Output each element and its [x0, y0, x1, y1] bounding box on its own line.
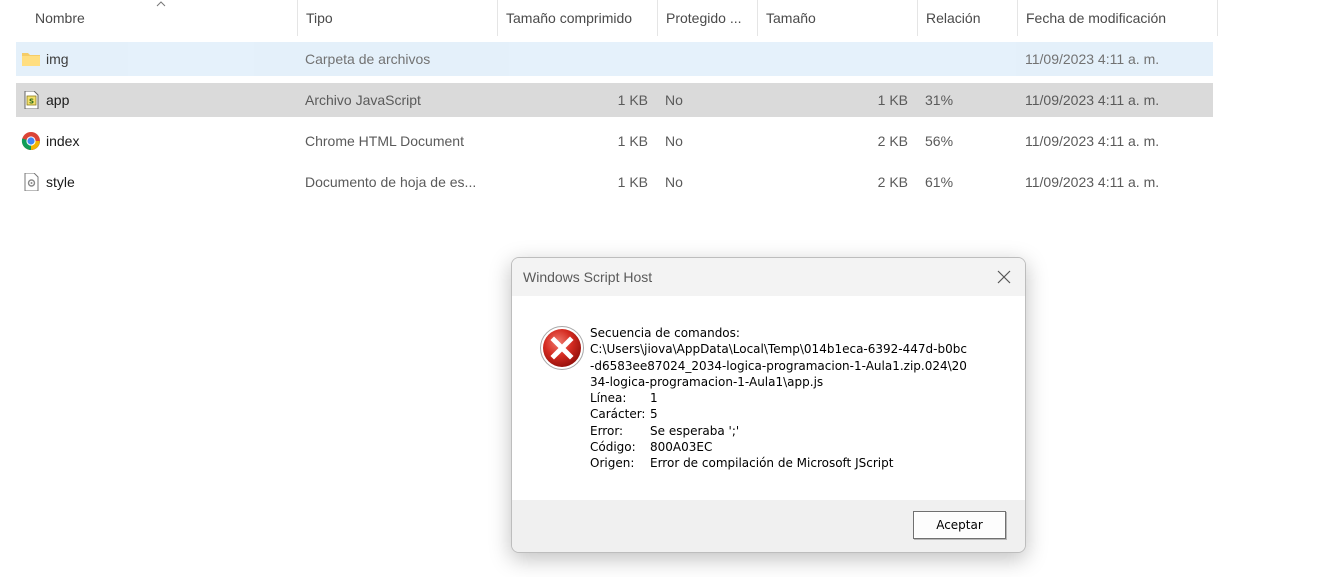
file-type: Carpeta de archivos — [305, 51, 431, 67]
file-row-app[interactable]: S app Archivo JavaScript 1 KB No 1 KB 31… — [16, 83, 1213, 117]
accept-button[interactable]: Aceptar — [913, 511, 1006, 539]
file-compressed-size: 1 KB — [617, 174, 648, 190]
column-modified[interactable]: Fecha de modificación — [1018, 0, 1218, 36]
column-size-label: Tamaño — [766, 10, 816, 26]
dialog-body: Secuencia de comandos: C:\Users\jiova\Ap… — [512, 296, 1025, 500]
field-value: Error de compilación de Microsoft JScrip… — [650, 456, 894, 471]
column-size[interactable]: Tamaño — [758, 0, 918, 36]
javascript-file-icon: S — [24, 91, 39, 109]
error-source-field: Origen: Error de compilación de Microsof… — [590, 455, 1010, 471]
error-char-field: Carácter: 5 — [590, 406, 1010, 422]
file-size: 2 KB — [877, 133, 908, 149]
field-value: 800A03EC — [650, 440, 713, 455]
column-name-label: Nombre — [35, 10, 85, 26]
file-modified: 11/09/2023 4:11 a. m. — [1025, 92, 1160, 108]
file-size: 1 KB — [877, 92, 908, 108]
field-label: Código: — [590, 440, 636, 455]
script-path-line: -d6583ee87024_2034-logica-programacion-1… — [590, 358, 967, 373]
error-line-field: Línea: 1 — [590, 390, 1010, 406]
file-compressed-size: 1 KB — [617, 133, 648, 149]
error-icon — [540, 326, 584, 370]
file-modified: 11/09/2023 4:11 a. m. — [1025, 174, 1160, 190]
column-protected-label: Protegido ... — [666, 10, 742, 26]
file-compressed-size: 1 KB — [617, 92, 648, 108]
file-name: img — [46, 51, 69, 67]
dialog-footer: Aceptar — [512, 500, 1025, 552]
field-value: 5 — [650, 407, 658, 422]
file-modified: 11/09/2023 4:11 a. m. — [1025, 133, 1160, 149]
field-label: Origen: — [590, 456, 635, 471]
script-path-line: C:\Users\jiova\AppData\Local\Temp\014b1e… — [590, 342, 967, 357]
file-size: 2 KB — [877, 174, 908, 190]
field-label: Error: — [590, 423, 624, 438]
close-icon[interactable] — [991, 264, 1017, 290]
file-type: Documento de hoja de es... — [305, 174, 477, 190]
column-ratio[interactable]: Relación — [918, 0, 1018, 36]
field-label: Línea: — [590, 391, 627, 406]
file-name: style — [46, 174, 75, 190]
file-ratio: 31% — [925, 92, 954, 108]
css-file-icon — [24, 173, 39, 191]
column-protected[interactable]: Protegido ... — [658, 0, 758, 36]
file-ratio: 56% — [925, 133, 954, 149]
file-row-style[interactable]: style Documento de hoja de es... 1 KB No… — [16, 165, 1213, 199]
file-protected: No — [665, 92, 683, 108]
error-code-field: Código: 800A03EC — [590, 439, 1010, 455]
column-compressed-label: Tamaño comprimido — [506, 10, 633, 26]
file-protected: No — [665, 133, 683, 149]
file-row-index[interactable]: index Chrome HTML Document 1 KB No 2 KB … — [16, 124, 1213, 158]
field-value: 1 — [650, 391, 658, 406]
file-row-img[interactable]: img Carpeta de archivos 11/09/2023 4:11 … — [16, 42, 1213, 76]
file-name: app — [46, 92, 70, 108]
column-compressed-size[interactable]: Tamaño comprimido — [498, 0, 658, 36]
field-value: Se esperaba ';' — [650, 423, 740, 438]
error-text-field: Error: Se esperaba ';' — [590, 423, 1010, 439]
column-header-bar: Nombre Tipo Tamaño comprimido Protegido … — [0, 0, 1218, 36]
svg-text:S: S — [29, 98, 34, 106]
dialog-title: Windows Script Host — [523, 269, 653, 285]
file-type: Chrome HTML Document — [305, 133, 464, 149]
error-message: Secuencia de comandos: C:\Users\jiova\Ap… — [590, 325, 1010, 472]
file-name: index — [46, 133, 80, 149]
file-ratio: 61% — [925, 174, 954, 190]
file-modified: 11/09/2023 4:11 a. m. — [1025, 51, 1160, 67]
dialog-titlebar[interactable]: Windows Script Host — [512, 258, 1025, 296]
column-modified-label: Fecha de modificación — [1026, 10, 1167, 26]
file-explorer: Nombre Tipo Tamaño comprimido Protegido … — [0, 0, 1317, 577]
column-type-label: Tipo — [306, 10, 333, 26]
error-heading: Secuencia de comandos: — [590, 326, 740, 340]
field-label: Carácter: — [590, 407, 646, 422]
column-ratio-label: Relación — [926, 10, 981, 26]
file-protected: No — [665, 174, 683, 190]
script-path-line: 34-logica-programacion-1-Aula1\app.js — [590, 374, 824, 389]
folder-icon — [22, 53, 40, 66]
sort-ascending-icon — [156, 1, 166, 7]
chrome-icon — [21, 132, 40, 150]
column-type[interactable]: Tipo — [298, 0, 498, 36]
file-type: Archivo JavaScript — [305, 92, 421, 108]
script-host-error-dialog: Windows Script Host Secuencia de comando… — [511, 257, 1026, 553]
